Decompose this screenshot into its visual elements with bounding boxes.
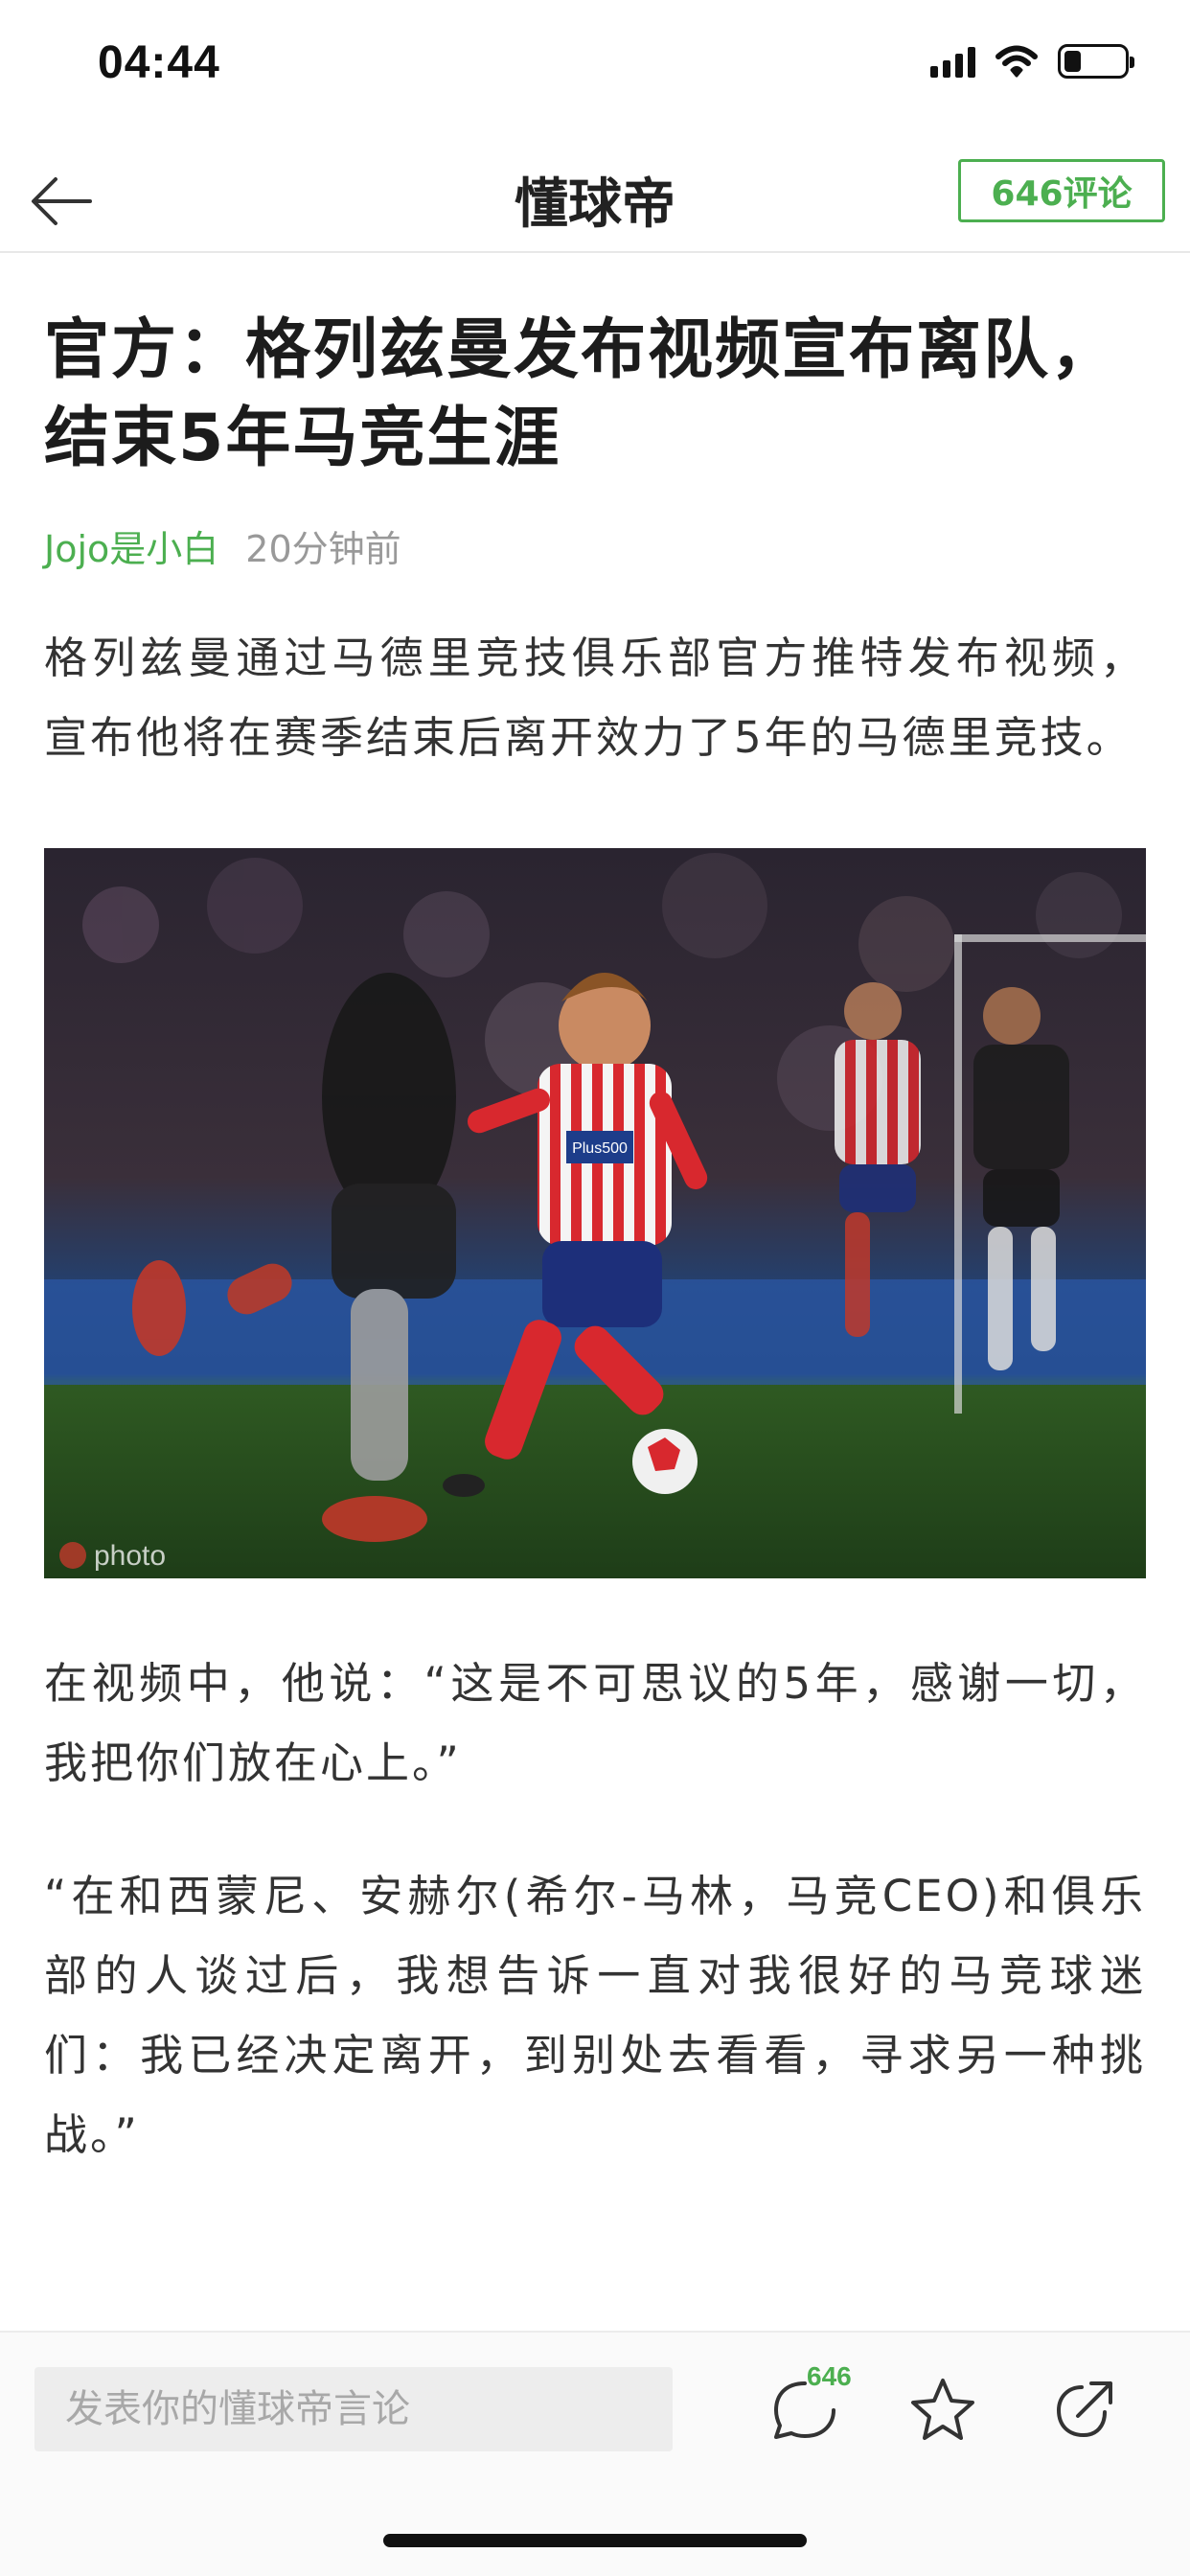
status-time: 04:44 [98,37,220,88]
article-meta: Jojo是小白 20分钟前 [44,519,1146,572]
share-icon [1056,2381,1112,2438]
signal-icon [930,45,975,78]
comments-count-button[interactable]: 646评论 [958,159,1165,222]
star-icon [911,2379,974,2440]
article-paragraph: 格列兹曼通过马德里竞技俱乐部官方推特发布视频，宣布他将在赛季结束后离开效力了5年… [44,632,1146,763]
photo-watermark: photo [94,1540,166,1572]
jersey-sponsor-text: Plus500 [572,1140,628,1157]
football-scene-image: Plus500 photo [44,848,1146,1578]
comment-count-badge: 646 [807,2361,852,2391]
article-paragraph: “在和西蒙尼、安赫尔(希尔-马林，马竞CEO)和俱乐部的人谈过后，我想告诉一直对… [44,1871,1146,2160]
article-photo[interactable]: Plus500 photo [44,848,1146,1578]
article-paragraph: 在视频中，他说：“这是不可思议的5年，感谢一切，我把你们放在心上。” [44,1658,1146,1788]
article-title: 官方：格列兹曼发布视频宣布离队，结束5年马竞生涯 [44,312,1118,476]
nav-bar: 懂球帝 646评论 [0,144,1190,253]
share-button[interactable] [1046,2371,1123,2448]
comment-input[interactable] [34,2367,673,2451]
article: 官方：格列兹曼发布视频宣布离队，结束5年马竞生涯 Jojo是小白 20分钟前 格… [44,307,1146,2174]
favorite-button[interactable] [904,2371,981,2448]
home-indicator[interactable] [383,2534,807,2547]
publish-time: 20分钟前 [245,528,401,570]
status-bar: 04:44 [0,0,1190,126]
wifi-icon [995,45,1038,78]
status-icons [930,44,1134,79]
comments-button[interactable]: 646 [767,2361,852,2448]
author-link[interactable]: Jojo是小白 [44,519,218,572]
battery-icon [1058,44,1134,79]
